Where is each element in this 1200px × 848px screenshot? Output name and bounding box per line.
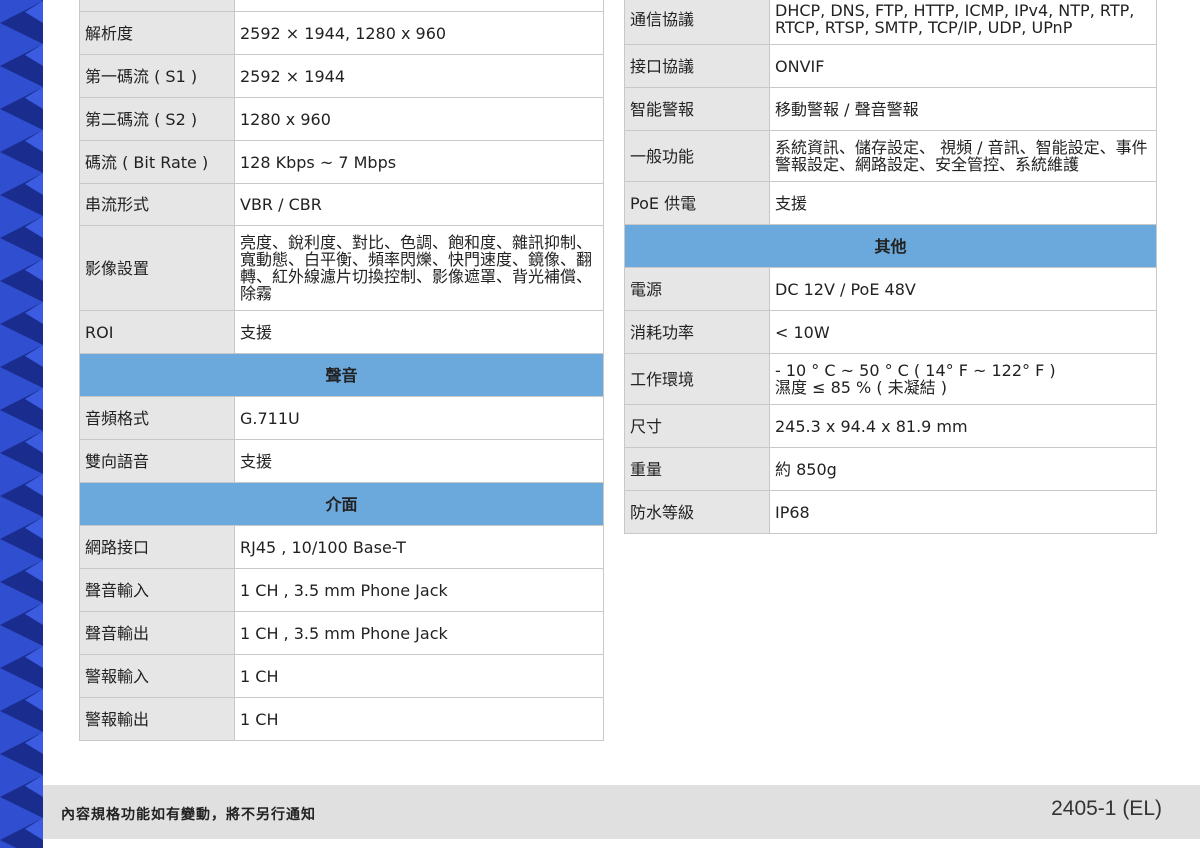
spec-label: 音頻格式: [79, 396, 235, 440]
spec-label: 影像設置: [79, 225, 235, 311]
spec-label: [79, 0, 235, 12]
spec-label: 第二碼流 ( S2 ): [79, 97, 235, 141]
spec-value: 128 Kbps ~ 7 Mbps: [234, 140, 604, 184]
spec-value: RJ45 , 10/100 Base-T: [234, 525, 604, 569]
section-header-row: 聲音: [79, 353, 604, 397]
spec-row: 聲音輸出 1 CH , 3.5 mm Phone Jack: [79, 611, 604, 655]
spec-row: ROI 支援: [79, 310, 604, 354]
spec-label: 警報輸出: [79, 697, 235, 741]
spec-label: 解析度: [79, 11, 235, 55]
spec-row: 解析度 2592 × 1944, 1280 x 960: [79, 11, 604, 55]
spec-value: 支援: [234, 310, 604, 354]
spec-row: 尺寸 245.3 x 94.4 x 81.9 mm: [624, 404, 1157, 448]
spec-row: 工作環境 - 10 ° C ~ 50 ° C ( 14° F ~ 122° F )…: [624, 353, 1157, 405]
spec-value: 1 CH: [234, 654, 604, 698]
spec-value: 支援: [234, 439, 604, 483]
document-code: 2405-1 (EL): [1051, 797, 1162, 820]
spec-value: 1280 x 960: [234, 97, 604, 141]
spec-row: 警報輸入 1 CH: [79, 654, 604, 698]
spec-row: 智能警報 移動警報 / 聲音警報: [624, 87, 1157, 131]
spec-row: 消耗功率 < 10W: [624, 310, 1157, 354]
spec-label: PoE 供電: [624, 181, 770, 225]
spec-label: 串流形式: [79, 183, 235, 226]
spec-value: 亮度、銳利度、對比、色調、飽和度、雜訊抑制、寬動態、白平衡、頻率閃爍、快門速度、…: [234, 225, 604, 311]
spec-row: 碼流 ( Bit Rate ) 128 Kbps ~ 7 Mbps: [79, 140, 604, 184]
spec-label: 碼流 ( Bit Rate ): [79, 140, 235, 184]
spec-label: 接口協議: [624, 44, 770, 88]
spec-label: 尺寸: [624, 404, 770, 448]
spec-value: 245.3 x 94.4 x 81.9 mm: [769, 404, 1157, 448]
spec-label: 防水等級: [624, 490, 770, 534]
spec-row: 影像設置 亮度、銳利度、對比、色調、飽和度、雜訊抑制、寬動態、白平衡、頻率閃爍、快…: [79, 225, 604, 311]
spec-value: DHCP, DNS, FTP, HTTP, ICMP, IPv4, NTP, R…: [769, 0, 1157, 45]
spec-value: - 10 ° C ~ 50 ° C ( 14° F ~ 122° F ) 濕度 …: [769, 353, 1157, 405]
spec-row: 一般功能 系統資訊、儲存設定、 視頻 / 音訊、智能設定、事件警報設定、網路設定、…: [624, 130, 1157, 182]
stripe-triangle: [0, 840, 17, 848]
spec-label: 通信協議: [624, 0, 770, 45]
spec-row: 串流形式 VBR / CBR: [79, 183, 604, 226]
spec-label: 第一碼流 ( S1 ): [79, 54, 235, 98]
spec-row: 聲音輸入 1 CH , 3.5 mm Phone Jack: [79, 568, 604, 612]
section-header-row: 其他: [624, 224, 1157, 268]
spec-value: 1 CH: [234, 697, 604, 741]
section-title: 介面: [79, 482, 604, 526]
spec-row: 接口協議 ONVIF: [624, 44, 1157, 88]
spec-value: [234, 0, 604, 12]
triangle-pattern: [0, 0, 43, 848]
spec-value: 1 CH , 3.5 mm Phone Jack: [234, 568, 604, 612]
spec-row: [79, 0, 604, 12]
spec-label: 智能警報: [624, 87, 770, 131]
section-title: 其他: [624, 224, 1157, 268]
spec-label: 重量: [624, 447, 770, 491]
spec-label: 工作環境: [624, 353, 770, 405]
spec-label: 雙向語音: [79, 439, 235, 483]
spec-label: 電源: [624, 267, 770, 311]
spec-value: 支援: [769, 181, 1157, 225]
spec-row: 警報輸出 1 CH: [79, 697, 604, 741]
spec-row: 重量約 850g: [624, 447, 1157, 491]
spec-label: 網路接口: [79, 525, 235, 569]
spec-row: 防水等級 IP68: [624, 490, 1157, 534]
spec-row: 第二碼流 ( S2 ) 1280 x 960: [79, 97, 604, 141]
spec-row: 第一碼流 ( S1 ) 2592 × 1944: [79, 54, 604, 98]
spec-value: 移動警報 / 聲音警報: [769, 87, 1157, 131]
spec-value: IP68: [769, 490, 1157, 534]
spec-row: PoE 供電 支援: [624, 181, 1157, 225]
spec-label: 一般功能: [624, 130, 770, 182]
spec-label: ROI: [79, 310, 235, 354]
spec-value: 2592 × 1944: [234, 54, 604, 98]
decorative-side-stripe: [0, 0, 43, 848]
spec-value: 約 850g: [769, 447, 1157, 491]
spec-value: ONVIF: [769, 44, 1157, 88]
spec-row: 雙向語音 支援: [79, 439, 604, 483]
footer-disclaimer: 內容規格功能如有變動，將不另行通知: [61, 807, 316, 823]
spec-row: 音頻格式 G.711U: [79, 396, 604, 440]
spec-table-right: 通信協議 DHCP, DNS, FTP, HTTP, ICMP, IPv4, NT…: [624, 0, 1157, 534]
spec-table-left: 解析度 2592 × 1944, 1280 x 960 第一碼流 ( S1 ) 259…: [79, 0, 604, 741]
spec-label: 消耗功率: [624, 310, 770, 354]
page-footer: 內容規格功能如有變動，將不另行通知 2405-1 (EL): [43, 785, 1200, 839]
section-header-row: 介面: [79, 482, 604, 526]
spec-row: 網路接口 RJ45 , 10/100 Base-T: [79, 525, 604, 569]
spec-label: 聲音輸出: [79, 611, 235, 655]
spec-value: VBR / CBR: [234, 183, 604, 226]
spec-value: G.711U: [234, 396, 604, 440]
spec-value: DC 12V / PoE 48V: [769, 267, 1157, 311]
spec-label: 警報輸入: [79, 654, 235, 698]
spec-row: 電源 DC 12V / PoE 48V: [624, 267, 1157, 311]
spec-value: 2592 × 1944, 1280 x 960: [234, 11, 604, 55]
spec-value: 1 CH , 3.5 mm Phone Jack: [234, 611, 604, 655]
spec-value: < 10W: [769, 310, 1157, 354]
spec-label: 聲音輸入: [79, 568, 235, 612]
section-title: 聲音: [79, 353, 604, 397]
spec-value: 系統資訊、儲存設定、 視頻 / 音訊、智能設定、事件警報設定、網路設定、安全管控…: [769, 130, 1157, 182]
spec-row: 通信協議 DHCP, DNS, FTP, HTTP, ICMP, IPv4, NT…: [624, 0, 1157, 45]
